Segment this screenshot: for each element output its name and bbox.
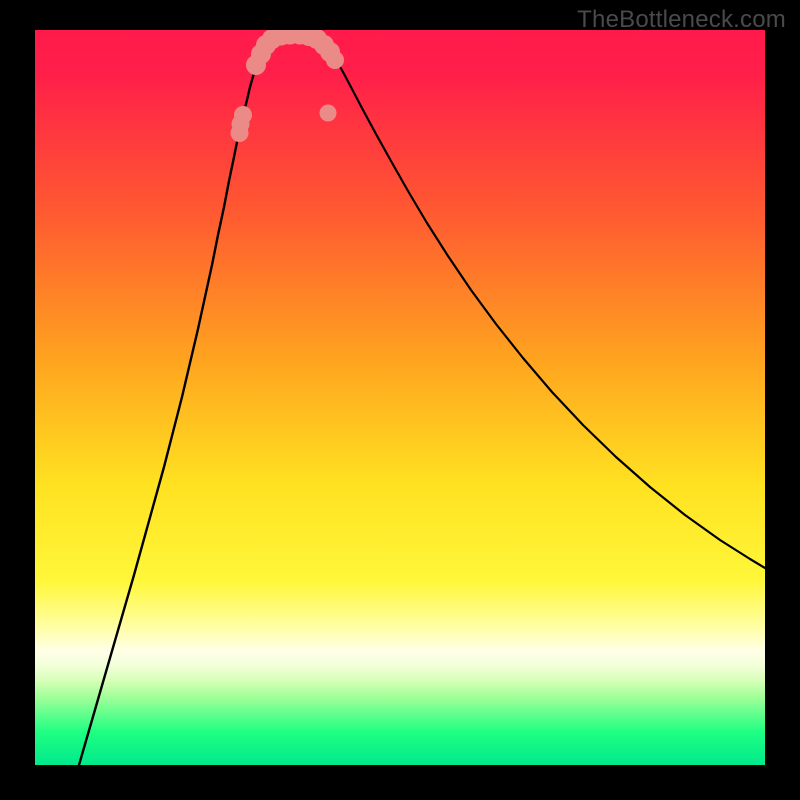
highlight-blob — [234, 106, 252, 124]
watermark-text: TheBottleneck.com — [577, 6, 786, 34]
highlight-blob — [326, 51, 344, 69]
plot-area — [35, 30, 765, 765]
highlight-blob — [320, 105, 337, 122]
heat-gradient-bg — [35, 30, 765, 765]
bottleneck-chart — [35, 30, 765, 765]
chart-frame: TheBottleneck.com — [0, 0, 800, 800]
